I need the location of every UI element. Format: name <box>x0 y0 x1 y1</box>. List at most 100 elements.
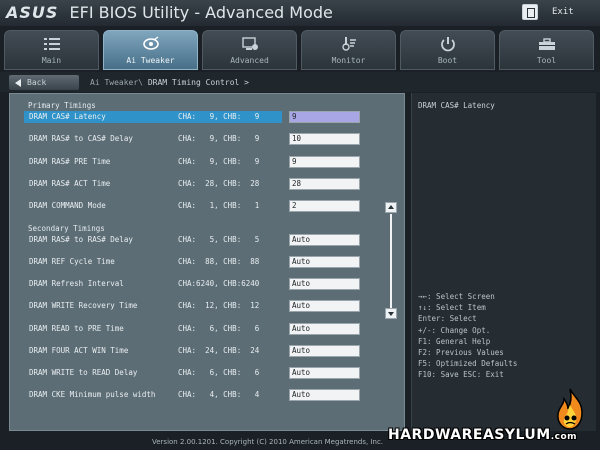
current-timing-values: CHA: 4, CHB: 4 <box>178 390 260 399</box>
setting-value-input[interactable]: Auto <box>289 234 360 246</box>
setting-name: DRAM WRITE to READ Delay <box>29 368 138 377</box>
key-hint: F10: Save ESC: Exit <box>418 370 504 380</box>
scroll-down-arrow-icon[interactable] <box>385 308 397 319</box>
current-timing-values: CHA: 24, CHB: 24 <box>178 346 260 355</box>
current-timing-values: CHA: 9, CHB: 9 <box>178 134 260 143</box>
setting-name: DRAM REF Cycle Time <box>29 257 115 266</box>
setting-row[interactable]: DRAM REF Cycle Time CHA: 88, CHB: 88 Aut… <box>24 256 362 270</box>
setting-name: DRAM COMMAND Mode <box>29 201 106 210</box>
setting-value-input[interactable]: 9 <box>289 111 360 123</box>
scroll-thumb[interactable] <box>390 214 392 308</box>
tab-label: Boot <box>437 56 458 65</box>
tab-boot[interactable]: Boot <box>400 30 495 70</box>
key-legend: →←: Select Screen ↑↓: Select Item Enter:… <box>418 291 517 381</box>
key-hint: F1: General Help <box>418 336 491 346</box>
current-timing-values: CHA: 28, CHB: 28 <box>178 179 260 188</box>
breadcrumb-current: DRAM Timing Control > <box>147 78 249 87</box>
watermark-suffix: .com <box>550 432 578 442</box>
advanced-icon <box>241 37 258 50</box>
setting-row[interactable]: DRAM RAS# to RAS# Delay CHA: 5, CHB: 5 A… <box>24 234 362 248</box>
tab-ai-tweaker[interactable]: Ai Tweaker <box>103 30 198 70</box>
tab-advanced[interactable]: Advanced <box>202 30 297 70</box>
scroll-up-arrow-icon[interactable] <box>385 202 397 213</box>
exit-button[interactable]: Exit <box>522 3 594 21</box>
setting-row[interactable]: DRAM Refresh Interval CHA:6240, CHB:6240… <box>24 278 362 292</box>
setting-row[interactable]: DRAM CKE Minimum pulse width CHA: 4, CHB… <box>24 389 362 403</box>
back-arrow-icon <box>15 78 21 87</box>
key-hint: Enter: Select <box>418 314 477 324</box>
setting-name: DRAM RAS# PRE Time <box>29 157 111 166</box>
tab-tool[interactable]: Tool <box>499 30 594 70</box>
setting-row[interactable]: DRAM CAS# Latency CHA: 9, CHB: 9 9 <box>24 111 362 125</box>
setting-name: DRAM RAS# ACT Time <box>29 179 111 188</box>
setting-name: DRAM CAS# Latency <box>29 112 106 121</box>
setting-value-input[interactable]: Auto <box>289 300 360 312</box>
scrollbar[interactable] <box>385 202 398 320</box>
current-timing-values: CHA:6240, CHB:6240 <box>178 279 260 288</box>
help-panel: DRAM CAS# Latency →←: Select Screen ↑↓: … <box>411 93 596 431</box>
monitor-icon <box>341 37 356 51</box>
setting-name: DRAM CKE Minimum pulse width <box>29 390 156 399</box>
window-title: EFI BIOS Utility - Advanced Mode <box>69 3 333 22</box>
power-icon <box>440 37 455 52</box>
setting-row[interactable]: DRAM RAS# PRE Time CHA: 9, CHB: 9 9 <box>24 156 362 170</box>
setting-value-input[interactable]: Auto <box>289 367 360 379</box>
tab-monitor[interactable]: Monitor <box>301 30 396 70</box>
key-hint: +/-: Change Opt. <box>418 325 491 335</box>
setting-row[interactable]: DRAM WRITE to READ Delay CHA: 6, CHB: 6 … <box>24 367 362 381</box>
current-timing-values: CHA: 6, CHB: 6 <box>178 368 260 377</box>
tab-label: Main <box>41 56 62 65</box>
key-hint: F5: Optimized Defaults <box>418 359 518 369</box>
setting-value-input[interactable]: Auto <box>289 256 360 268</box>
setting-value-input[interactable]: Auto <box>289 323 360 335</box>
current-timing-values: CHA: 1, CHB: 1 <box>178 201 260 210</box>
list-icon <box>43 38 60 50</box>
back-label: Back <box>27 78 47 87</box>
setting-name: DRAM RAS# to RAS# Delay <box>29 235 133 244</box>
tab-label: Advanced <box>230 56 269 65</box>
primary-timings-heading: Primary Timings <box>28 101 96 110</box>
tab-bar: Main Ai Tweaker Advanced Monitor Boot To… <box>4 30 596 70</box>
exit-label: Exit <box>552 7 574 17</box>
setting-row[interactable]: DRAM RAS# to CAS# Delay CHA: 9, CHB: 9 1… <box>24 133 362 147</box>
toolbox-icon <box>538 38 555 50</box>
title-bar: ASUS EFI BIOS Utility - Advanced Mode Ex… <box>0 0 600 26</box>
key-hint: →←: Select Screen <box>418 292 495 301</box>
setting-value-input[interactable]: Auto <box>289 345 360 357</box>
setting-row[interactable]: DRAM COMMAND Mode CHA: 1, CHB: 1 2 <box>24 200 362 214</box>
current-timing-values: CHA: 88, CHB: 88 <box>178 257 260 266</box>
setting-name: DRAM WRITE Recovery Time <box>29 301 138 310</box>
setting-name: DRAM Refresh Interval <box>29 279 124 288</box>
tab-label: Ai Tweaker <box>126 56 175 65</box>
setting-value-input[interactable]: 2 <box>289 200 360 212</box>
current-timing-values: CHA: 5, CHB: 5 <box>178 235 260 244</box>
setting-row[interactable]: DRAM FOUR ACT WIN Time CHA: 24, CHB: 24 … <box>24 345 362 359</box>
secondary-timings-heading: Secondary Timings <box>28 224 105 233</box>
key-hint: F2: Previous Values <box>418 348 504 358</box>
setting-row[interactable]: DRAM READ to PRE Time CHA: 6, CHB: 6 Aut… <box>24 323 362 337</box>
current-timing-values: CHA: 9, CHB: 9 <box>178 112 260 121</box>
copyright-text: Version 2.00.1201. Copyright (C) 2010 Am… <box>152 438 384 446</box>
setting-value-input[interactable]: 10 <box>289 133 360 145</box>
item-help-text: DRAM CAS# Latency <box>418 101 495 110</box>
setting-name: DRAM RAS# to CAS# Delay <box>29 134 133 143</box>
current-timing-values: CHA: 6, CHB: 6 <box>178 324 260 333</box>
breadcrumb: Ai Tweaker\ DRAM Timing Control > <box>90 78 249 87</box>
setting-value-input[interactable]: 9 <box>289 156 360 168</box>
key-hint: ↑↓: Select Item <box>418 303 486 313</box>
setting-value-input[interactable]: 28 <box>289 178 360 190</box>
flame-logo-icon <box>557 388 583 430</box>
setting-value-input[interactable]: Auto <box>289 389 360 401</box>
ai-tweaker-icon <box>142 36 159 50</box>
site-watermark: HARDWAREASYLUM.com <box>382 387 598 449</box>
back-button[interactable]: Back <box>9 75 79 90</box>
setting-value-input[interactable]: Auto <box>289 278 360 290</box>
setting-name: DRAM FOUR ACT WIN Time <box>29 346 129 355</box>
tab-main[interactable]: Main <box>4 30 99 70</box>
setting-row[interactable]: DRAM RAS# ACT Time CHA: 28, CHB: 28 28 <box>24 178 362 192</box>
watermark-text: HARDWAREASYLUM.com <box>388 427 577 443</box>
settings-panel: Primary Timings DRAM CAS# Latency CHA: 9… <box>9 93 405 431</box>
breadcrumb-root[interactable]: Ai Tweaker\ <box>90 78 143 87</box>
setting-row[interactable]: DRAM WRITE Recovery Time CHA: 12, CHB: 1… <box>24 300 362 314</box>
tab-label: Tool <box>536 56 557 65</box>
